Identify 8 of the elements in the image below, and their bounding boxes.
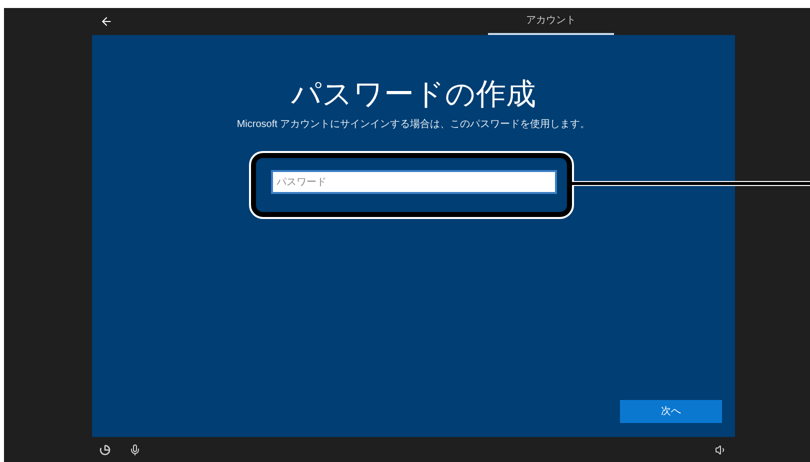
speaker-icon[interactable]: [715, 444, 727, 456]
back-arrow-icon[interactable]: [100, 15, 113, 28]
password-field[interactable]: パスワード: [270, 170, 556, 194]
subtitle-text: Microsoft アカウントにサインインする場合は、このパスワードを使用します。: [236, 118, 590, 132]
accessibility-icon[interactable]: [99, 444, 111, 456]
microphone-icon[interactable]: [129, 444, 141, 456]
page-title: パスワードの作成: [291, 77, 536, 113]
next-button[interactable]: 次へ: [620, 400, 722, 423]
